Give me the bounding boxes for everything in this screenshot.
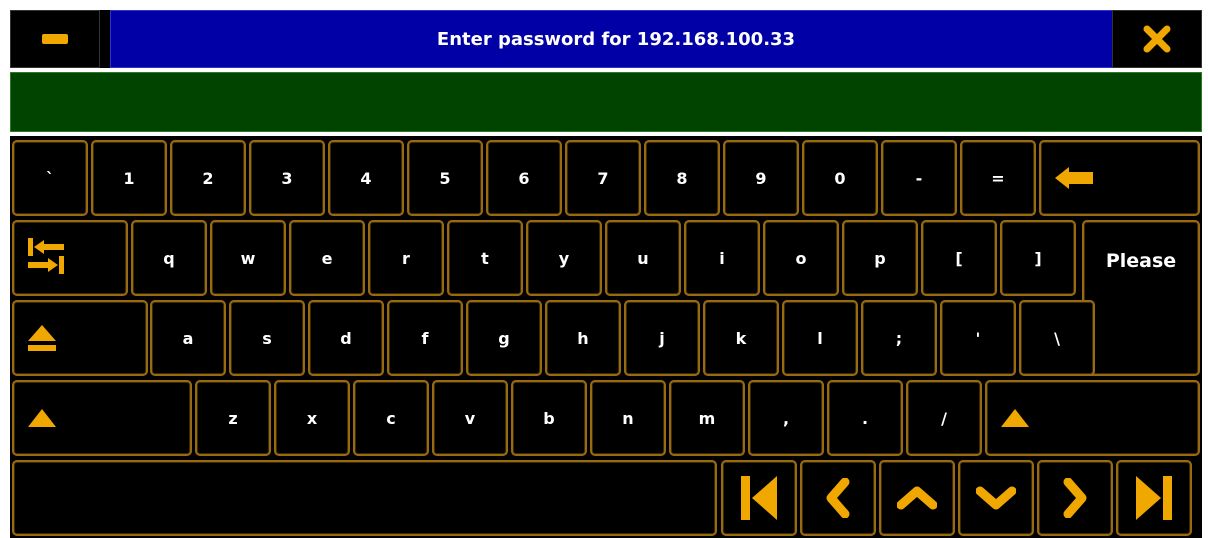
key-l[interactable]: l: [782, 300, 858, 376]
key-right-bracket[interactable]: ]: [1000, 220, 1076, 296]
key-t[interactable]: t: [447, 220, 523, 296]
key-r[interactable]: r: [368, 220, 444, 296]
key-y[interactable]: y: [526, 220, 602, 296]
on-screen-keyboard: ` 1 2 3 4 5 6 7 8 9 0 - = q w e r t y u …: [10, 136, 1202, 538]
key-c[interactable]: c: [353, 380, 429, 456]
close-button[interactable]: [1112, 10, 1202, 68]
shift-icon: [1001, 409, 1029, 427]
key-e[interactable]: e: [289, 220, 365, 296]
key-b[interactable]: b: [511, 380, 587, 456]
caps-lock-key[interactable]: [12, 300, 148, 376]
key-7[interactable]: 7: [565, 140, 641, 216]
chevron-left-icon: [826, 478, 850, 518]
space-key[interactable]: [12, 460, 717, 536]
key-z[interactable]: z: [195, 380, 271, 456]
skip-to-start-icon: [741, 476, 777, 520]
cursor-left-key[interactable]: [800, 460, 876, 536]
tab-key[interactable]: [12, 220, 128, 296]
backspace-key[interactable]: [1039, 140, 1200, 216]
backspace-arrow-icon: [1055, 167, 1093, 189]
key-g[interactable]: g: [466, 300, 542, 376]
key-backslash[interactable]: \: [1019, 300, 1095, 376]
key-m[interactable]: m: [669, 380, 745, 456]
cursor-down-key[interactable]: [958, 460, 1034, 536]
key-d[interactable]: d: [308, 300, 384, 376]
shift-icon: [28, 409, 56, 427]
key-backtick[interactable]: `: [12, 140, 88, 216]
cursor-first-key[interactable]: [721, 460, 797, 536]
key-x[interactable]: x: [274, 380, 350, 456]
key-1[interactable]: 1: [91, 140, 167, 216]
minimize-button[interactable]: [10, 10, 100, 68]
key-a[interactable]: a: [150, 300, 226, 376]
key-3[interactable]: 3: [249, 140, 325, 216]
cursor-right-key[interactable]: [1037, 460, 1113, 536]
key-8[interactable]: 8: [644, 140, 720, 216]
cursor-last-key[interactable]: [1116, 460, 1192, 536]
dialog-title: Enter password for 192.168.100.33: [110, 10, 1122, 68]
enter-key[interactable]: Please: [1082, 220, 1200, 376]
password-input[interactable]: [10, 72, 1202, 132]
key-6[interactable]: 6: [486, 140, 562, 216]
key-j[interactable]: j: [624, 300, 700, 376]
key-semicolon[interactable]: ;: [861, 300, 937, 376]
key-left-bracket[interactable]: [: [921, 220, 997, 296]
key-h[interactable]: h: [545, 300, 621, 376]
key-s[interactable]: s: [229, 300, 305, 376]
key-p[interactable]: p: [842, 220, 918, 296]
key-f[interactable]: f: [387, 300, 463, 376]
key-4[interactable]: 4: [328, 140, 404, 216]
tab-icon: [28, 238, 64, 274]
key-0[interactable]: 0: [802, 140, 878, 216]
skip-to-end-icon: [1136, 476, 1172, 520]
minus-icon: [42, 34, 68, 44]
chevron-right-icon: [1063, 478, 1087, 518]
key-slash[interactable]: /: [906, 380, 982, 456]
title-bar: Enter password for 192.168.100.33: [10, 10, 1202, 68]
chevron-down-icon: [976, 486, 1016, 510]
left-shift-key[interactable]: [12, 380, 192, 456]
caps-lock-icon: [28, 325, 56, 351]
cursor-up-key[interactable]: [879, 460, 955, 536]
key-equals[interactable]: =: [960, 140, 1036, 216]
key-period[interactable]: .: [827, 380, 903, 456]
key-2[interactable]: 2: [170, 140, 246, 216]
right-shift-key[interactable]: [985, 380, 1200, 456]
key-o[interactable]: o: [763, 220, 839, 296]
key-n[interactable]: n: [590, 380, 666, 456]
key-w[interactable]: w: [210, 220, 286, 296]
key-q[interactable]: q: [131, 220, 207, 296]
key-i[interactable]: i: [684, 220, 760, 296]
key-5[interactable]: 5: [407, 140, 483, 216]
key-u[interactable]: u: [605, 220, 681, 296]
key-k[interactable]: k: [703, 300, 779, 376]
key-minus[interactable]: -: [881, 140, 957, 216]
key-comma[interactable]: ,: [748, 380, 824, 456]
key-v[interactable]: v: [432, 380, 508, 456]
close-x-icon: [1143, 25, 1171, 53]
key-9[interactable]: 9: [723, 140, 799, 216]
key-apostrophe[interactable]: ': [940, 300, 1016, 376]
chevron-up-icon: [897, 486, 937, 510]
